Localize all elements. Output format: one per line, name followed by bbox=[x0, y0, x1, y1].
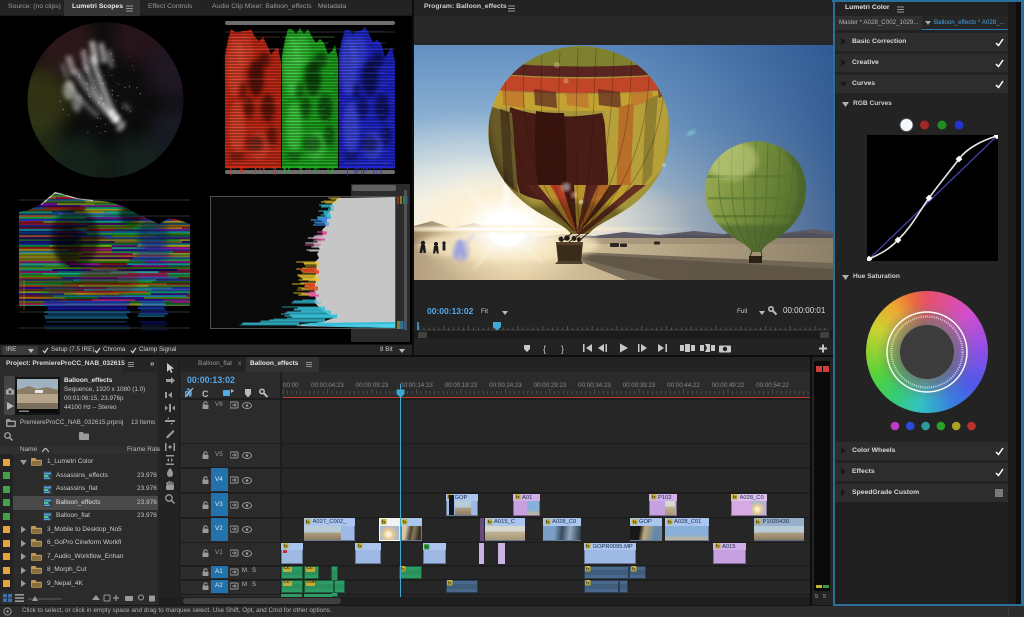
svg-text:fx: fx bbox=[448, 581, 452, 586]
svg-text:00:00:54:22: 00:00:54:22 bbox=[756, 382, 789, 389]
svg-text:fx: fx bbox=[586, 581, 590, 586]
svg-text:fx: fx bbox=[403, 519, 407, 524]
svg-text:00:00:14:23: 00:00:14:23 bbox=[400, 382, 433, 389]
svg-text:fx: fx bbox=[487, 519, 491, 524]
svg-text:fx: fx bbox=[381, 519, 385, 524]
svg-text:fx: fx bbox=[306, 519, 310, 524]
svg-text:fx: fx bbox=[545, 519, 549, 524]
svg-text:00:00:39:23: 00:00:39:23 bbox=[623, 382, 656, 389]
svg-text:fx: fx bbox=[357, 544, 361, 549]
svg-text:fx: fx bbox=[515, 495, 519, 500]
svg-text:fx: fx bbox=[283, 544, 287, 549]
svg-text:00:00:29:23: 00:00:29:23 bbox=[534, 382, 567, 389]
svg-text:{: { bbox=[543, 344, 546, 354]
svg-text:fx: fx bbox=[715, 544, 719, 549]
svg-text:00:00:09:23: 00:00:09:23 bbox=[356, 382, 389, 389]
svg-text:fx: fx bbox=[401, 567, 405, 572]
svg-text:fx: fx bbox=[632, 519, 636, 524]
svg-text:fx: fx bbox=[651, 495, 655, 500]
svg-text:fx: fx bbox=[667, 519, 671, 524]
svg-text:00:00:34:23: 00:00:34:23 bbox=[578, 382, 611, 389]
svg-text:}: } bbox=[561, 344, 564, 354]
svg-text:fx: fx bbox=[756, 519, 760, 524]
svg-text:fx: fx bbox=[425, 544, 429, 549]
svg-text:fx: fx bbox=[733, 495, 737, 500]
svg-text:00:00:49:22: 00:00:49:22 bbox=[712, 382, 745, 389]
svg-text:fx: fx bbox=[586, 544, 590, 549]
svg-text:00:00: 00:00 bbox=[283, 382, 299, 389]
svg-text:fx: fx bbox=[631, 567, 635, 572]
svg-text:00:00:19:23: 00:00:19:23 bbox=[445, 382, 478, 389]
svg-text:00:00:24:23: 00:00:24:23 bbox=[489, 382, 522, 389]
svg-text:00:00:04:23: 00:00:04:23 bbox=[311, 382, 344, 389]
svg-text:00:00:44:22: 00:00:44:22 bbox=[667, 382, 700, 389]
svg-text:fx: fx bbox=[586, 567, 590, 572]
